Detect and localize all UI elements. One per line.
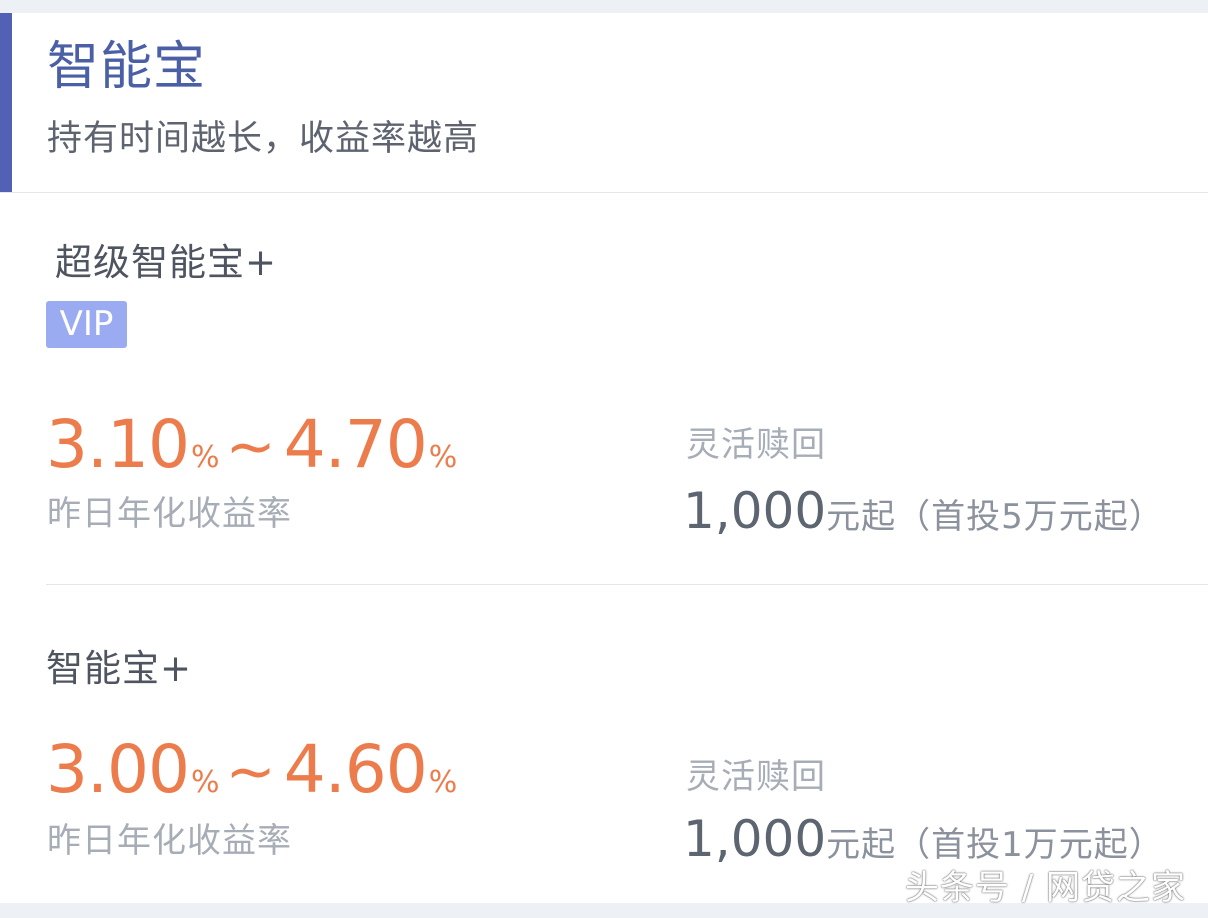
redeem-label: 灵活赎回	[686, 425, 826, 465]
rate-label: 昨日年化收益率	[47, 821, 292, 861]
product-card: 智能宝 持有时间越长，收益率越高 超级智能宝+ VIP 3.10% ~4.70% …	[0, 13, 1208, 903]
section-header: 智能宝 持有时间越长，收益率越高	[0, 13, 1208, 193]
rate-range: 3.00% ~4.60%	[46, 730, 463, 810]
rate-range: 3.10% ~4.70%	[46, 405, 463, 485]
section-title: 智能宝	[47, 37, 207, 97]
min-amount-suffix: 元起（首投1万元起）	[826, 825, 1164, 865]
range-tilde: ~	[225, 412, 276, 482]
percent-sign: %	[190, 765, 220, 800]
min-investment: 1,000元起（首投5万元起）	[683, 481, 1164, 547]
percent-sign: %	[428, 765, 458, 800]
range-tilde: ~	[225, 737, 276, 807]
rate-label: 昨日年化收益率	[47, 494, 292, 534]
percent-sign: %	[190, 440, 220, 475]
min-amount: 1,000	[683, 482, 827, 540]
vip-badge: VIP	[46, 301, 127, 348]
section-accent-bar	[0, 13, 12, 192]
section-subtitle: 持有时间越长，收益率越高	[47, 119, 480, 159]
product-item-super-smart[interactable]: 超级智能宝+ VIP 3.10% ~4.70% 昨日年化收益率 灵活赎回 1,00…	[0, 193, 1208, 584]
redeem-label: 灵活赎回	[686, 757, 826, 797]
percent-sign: %	[428, 440, 458, 475]
product-item-smart-plus[interactable]: 智能宝+ 3.00% ~4.60% 昨日年化收益率 灵活赎回 1,000元起（首投…	[0, 585, 1208, 903]
min-amount: 1,000	[683, 810, 827, 868]
rate-max: 4.60	[283, 731, 428, 808]
rate-min: 3.10	[46, 406, 190, 483]
product-name: 智能宝+	[46, 647, 193, 690]
min-amount-suffix: 元起（首投5万元起）	[826, 497, 1164, 537]
product-name: 超级智能宝+	[55, 241, 278, 284]
rate-max: 4.70	[283, 406, 428, 483]
watermark: 头条号 / 网贷之家	[904, 868, 1186, 908]
rate-min: 3.00	[46, 731, 190, 808]
screen: 智能宝 持有时间越长，收益率越高 超级智能宝+ VIP 3.10% ~4.70% …	[0, 0, 1208, 918]
